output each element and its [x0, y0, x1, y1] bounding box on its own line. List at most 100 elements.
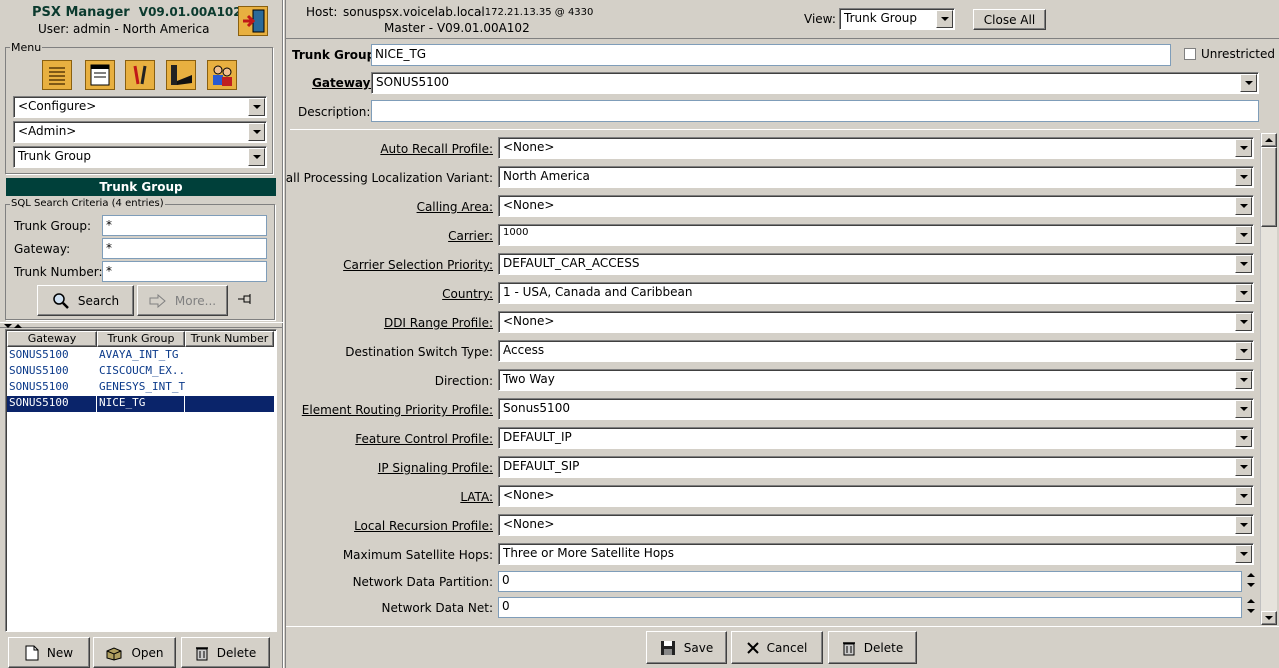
- collapse-down-icon[interactable]: [4, 324, 12, 328]
- delete-button[interactable]: Delete: [828, 631, 917, 664]
- arrow-right-icon: [149, 293, 166, 308]
- chevron-down-icon[interactable]: [248, 123, 265, 141]
- gateway-criteria-input[interactable]: *: [102, 238, 267, 259]
- device-icon[interactable]: [166, 60, 196, 90]
- gateway-select[interactable]: SONUS5100: [371, 72, 1259, 94]
- chevron-down-icon[interactable]: [1235, 545, 1252, 563]
- chevron-down-icon[interactable]: [1235, 371, 1252, 389]
- carrier-selection-priority-select[interactable]: DEFAULT_CAR_ACCESS: [498, 253, 1254, 275]
- carrier-label[interactable]: Carrier:: [448, 229, 493, 243]
- ip-signaling-profile-label[interactable]: IP Signaling Profile:: [378, 461, 493, 475]
- ddi-range-profile-label[interactable]: DDI Range Profile:: [384, 316, 493, 330]
- trunk-number-criteria-input[interactable]: *: [102, 261, 267, 282]
- direction-select[interactable]: Two Way: [498, 369, 1254, 391]
- splitter[interactable]: [0, 322, 283, 328]
- auto-recall-profile-label[interactable]: Auto Recall Profile:: [380, 142, 493, 156]
- close-all-button[interactable]: Close All: [973, 9, 1046, 30]
- gateway-label[interactable]: Gateway:: [312, 76, 375, 90]
- panel-divider[interactable]: [283, 0, 286, 668]
- chevron-down-icon[interactable]: [1235, 284, 1252, 302]
- users-icon[interactable]: [207, 60, 237, 90]
- pin-icon[interactable]: [237, 292, 253, 309]
- object-select[interactable]: Trunk Group: [13, 146, 267, 168]
- feature-control-profile-label[interactable]: Feature Control Profile:: [355, 432, 493, 446]
- spin-up-icon[interactable]: [1246, 573, 1255, 577]
- country-select[interactable]: 1 - USA, Canada and Caribbean: [498, 282, 1254, 304]
- search-button[interactable]: Search: [37, 285, 134, 316]
- form-icon[interactable]: [85, 60, 115, 90]
- auto-recall-profile-select[interactable]: <None>: [498, 137, 1254, 159]
- table-row[interactable]: SONUS5100 CISCOUCM_EX...: [7, 364, 274, 380]
- cell-gateway: SONUS5100: [7, 396, 97, 412]
- chevron-down-icon[interactable]: [248, 148, 265, 166]
- destination-switch-type-select[interactable]: Access: [498, 340, 1254, 362]
- configure-select[interactable]: <Configure>: [13, 96, 267, 118]
- lata-select[interactable]: <None>: [498, 485, 1254, 507]
- new-button[interactable]: New: [8, 637, 90, 668]
- collapse-up-icon[interactable]: [14, 324, 22, 328]
- chevron-down-icon[interactable]: [1235, 400, 1252, 418]
- gateway-criteria-label: Gateway:: [14, 242, 71, 256]
- column-trunk-number[interactable]: Trunk Number: [185, 331, 274, 347]
- chevron-down-icon[interactable]: [1235, 255, 1252, 273]
- ip-signaling-profile-select[interactable]: DEFAULT_SIP: [498, 456, 1254, 478]
- chevron-down-icon[interactable]: [936, 10, 953, 28]
- partition-spinner[interactable]: [1245, 571, 1256, 592]
- trunk-group-criteria-input[interactable]: *: [102, 215, 267, 236]
- chevron-down-icon[interactable]: [1235, 516, 1252, 534]
- chevron-down-icon[interactable]: [1235, 226, 1252, 244]
- view-select[interactable]: Trunk Group: [839, 8, 955, 30]
- table-row[interactable]: SONUS5100 AVAYA_INT_TG: [7, 348, 274, 364]
- exit-button[interactable]: [238, 6, 268, 36]
- element-routing-priority-select[interactable]: Sonus5100: [498, 398, 1254, 420]
- carrier-selection-priority-label[interactable]: Carrier Selection Priority:: [343, 258, 493, 272]
- delete-record-button[interactable]: Delete: [181, 637, 270, 668]
- trunk-group-input[interactable]: NICE_TG: [371, 44, 1171, 66]
- chevron-down-icon[interactable]: [1240, 74, 1257, 92]
- spin-down-icon[interactable]: [1246, 583, 1255, 587]
- more-button[interactable]: More...: [137, 285, 228, 316]
- call-processing-variant-select[interactable]: North America: [498, 166, 1254, 188]
- cancel-button[interactable]: Cancel: [731, 631, 823, 664]
- local-recursion-profile-label[interactable]: Local Recursion Profile:: [354, 519, 493, 533]
- feature-control-profile-select[interactable]: DEFAULT_IP: [498, 427, 1254, 449]
- column-trunk-group[interactable]: Trunk Group: [97, 331, 185, 347]
- open-button[interactable]: Open: [93, 637, 176, 668]
- network-data-partition-input[interactable]: 0: [498, 571, 1242, 592]
- chevron-down-icon[interactable]: [1235, 168, 1252, 186]
- tools-icon[interactable]: [125, 60, 155, 90]
- calling-area-label[interactable]: Calling Area:: [417, 200, 493, 214]
- chevron-down-icon[interactable]: [248, 98, 265, 116]
- chevron-down-icon[interactable]: [1235, 139, 1252, 157]
- admin-select[interactable]: <Admin>: [13, 121, 267, 143]
- table-row[interactable]: SONUS5100 GENESYS_INT_TG: [7, 380, 274, 396]
- net-spinner[interactable]: [1245, 597, 1256, 618]
- local-recursion-profile-select[interactable]: <None>: [498, 514, 1254, 536]
- unrestricted-checkbox[interactable]: [1184, 48, 1196, 60]
- chevron-down-icon[interactable]: [1235, 197, 1252, 215]
- chevron-down-icon[interactable]: [1235, 458, 1252, 476]
- country-label[interactable]: Country:: [442, 287, 493, 301]
- chevron-down-icon[interactable]: [1235, 429, 1252, 447]
- element-routing-priority-label[interactable]: Element Routing Priority Profile:: [302, 403, 493, 417]
- chevron-down-icon[interactable]: [1235, 313, 1252, 331]
- vertical-scrollbar[interactable]: [1260, 133, 1277, 625]
- calling-area-select[interactable]: <None>: [498, 195, 1254, 217]
- carrier-select[interactable]: 1000: [498, 224, 1254, 246]
- spin-down-icon[interactable]: [1246, 609, 1255, 613]
- column-gateway[interactable]: Gateway: [7, 331, 97, 347]
- spin-up-icon[interactable]: [1246, 599, 1255, 603]
- chevron-down-icon[interactable]: [1235, 342, 1252, 360]
- scroll-down-button[interactable]: [1261, 611, 1277, 625]
- save-button[interactable]: Save: [646, 631, 727, 664]
- table-row-selected[interactable]: SONUS5100 NICE_TG: [7, 396, 274, 412]
- ddi-range-profile-select[interactable]: <None>: [498, 311, 1254, 333]
- scroll-thumb[interactable]: [1261, 147, 1277, 227]
- lata-label[interactable]: LATA:: [460, 490, 493, 504]
- description-input[interactable]: [371, 100, 1259, 122]
- network-data-net-input[interactable]: 0: [498, 597, 1242, 618]
- list-icon[interactable]: [42, 60, 72, 90]
- scroll-up-button[interactable]: [1261, 133, 1277, 147]
- max-satellite-hops-select[interactable]: Three or More Satellite Hops: [498, 543, 1254, 565]
- chevron-down-icon[interactable]: [1235, 487, 1252, 505]
